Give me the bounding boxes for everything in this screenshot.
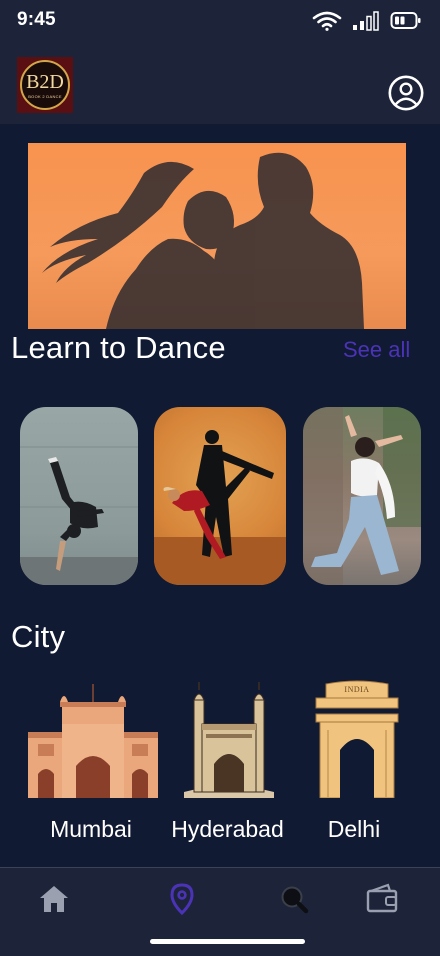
india-gate-inscription: INDIA [344,685,370,694]
app-header: 9:45 B2D BOOK 2 DANCE [0,0,440,124]
india-gate-drawing [315,680,399,799]
dance-card-breaking[interactable] [20,407,138,585]
status-time: 9:45 [17,9,56,30]
ballroom-couple-image [154,430,286,585]
learn-to-dance-title: Learn to Dance [11,330,226,365]
nav-wallet[interactable] [366,882,400,916]
battery-icon [390,12,421,29]
wifi-icon [312,11,342,31]
see-all-link[interactable]: See all [343,337,410,363]
dance-card-ballroom[interactable] [154,407,286,585]
hero-banner[interactable] [28,143,406,329]
nav-search[interactable] [277,882,311,916]
nav-home[interactable] [37,882,71,916]
city-title: City [11,619,66,654]
city-name-delhi: Delhi [327,816,381,842]
app-logo[interactable]: B2D BOOK 2 DANCE [17,57,73,113]
city-card-delhi[interactable]: INDIA [310,680,404,799]
status-icons [312,11,422,31]
gateway-of-india-icon [28,684,158,798]
signal-icon [353,11,379,31]
nav-locations[interactable] [165,882,199,916]
logo-badge: B2D BOOK 2 DANCE [20,60,70,110]
user-circle-icon [388,75,424,111]
home-indicator [150,939,305,944]
city-card-mumbai[interactable] [28,680,158,798]
logo-mark: B2D [26,70,64,93]
home-icon [40,886,68,912]
city-card-hyderabad[interactable] [184,680,274,798]
city-name-hyderabad: Hyderabad [171,816,284,842]
location-pin-icon [170,883,194,916]
breakdancer-image [20,446,138,585]
search-icon [281,886,309,914]
wallet-icon [366,883,398,913]
dancing-couple-silhouette-image [42,152,364,329]
contemporary-dancer-image [303,407,421,585]
profile-button[interactable] [388,75,424,111]
logo-subtext: BOOK 2 DANCE [28,93,62,99]
dance-card-contemporary[interactable] [303,407,421,585]
charminar-icon [184,682,274,798]
city-name-mumbai: Mumbai [50,816,132,842]
